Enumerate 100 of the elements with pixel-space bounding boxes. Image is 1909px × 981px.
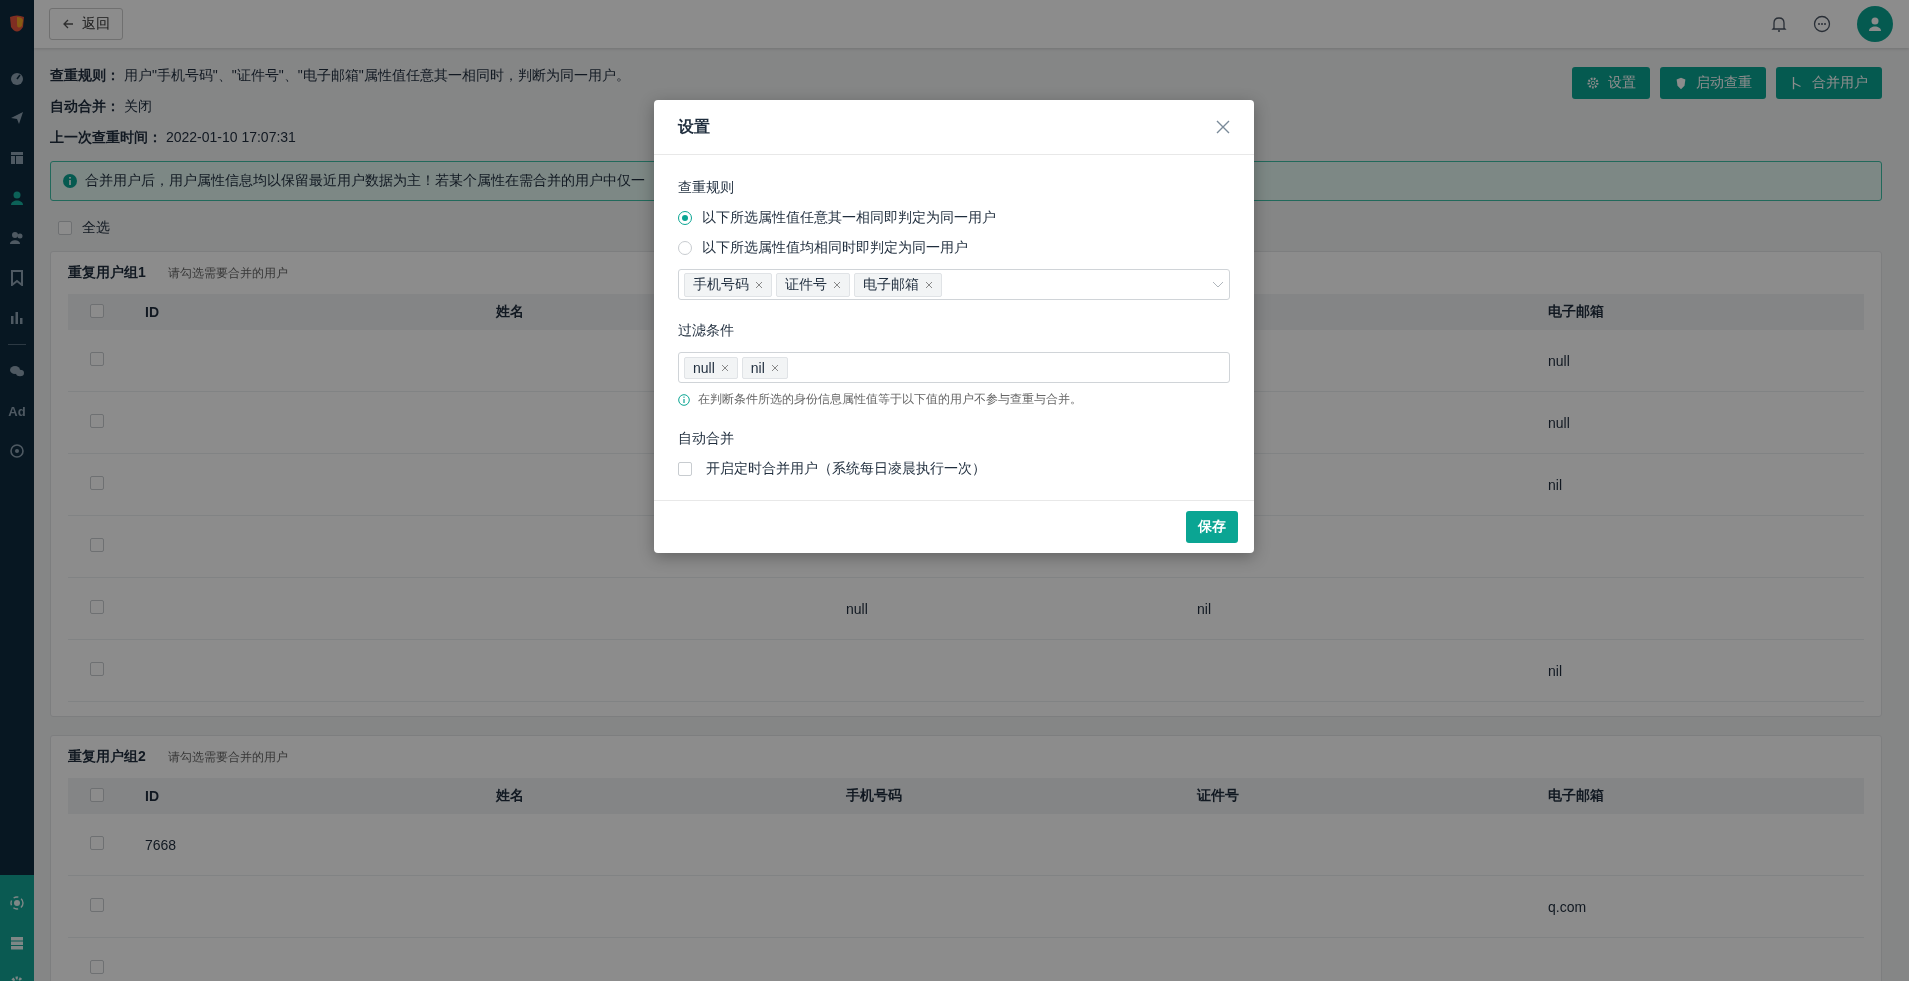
group-title: 重复用户组2: [68, 748, 146, 766]
info-label: 查重规则：: [50, 67, 120, 83]
dialog-title: 设置: [678, 116, 710, 137]
shield-icon: [1674, 76, 1688, 90]
row-checkbox[interactable]: [90, 352, 104, 366]
user-icon: [1867, 16, 1883, 32]
remove-icon[interactable]: [770, 363, 779, 372]
user-icon: [9, 190, 25, 206]
action-button[interactable]: 合并用户: [1776, 67, 1882, 99]
info-icon: [678, 393, 690, 406]
row-checkbox[interactable]: [90, 898, 104, 912]
row-checkbox[interactable]: [90, 476, 104, 490]
column-header: 手机号码: [846, 787, 902, 803]
nav-item[interactable]: [9, 230, 25, 246]
attribute-tag: 电子邮箱: [854, 272, 942, 297]
select-all-label: 全选: [82, 219, 110, 237]
radio-label: 以下所选属性值任意其一相同即判定为同一用户: [702, 209, 996, 227]
checkbox-label: 开启定时合并用户（系统每日凌晨执行一次）: [706, 460, 986, 478]
group-hint: 请勾选需要合并的用户: [167, 749, 288, 766]
column-header: 电子邮箱: [1548, 303, 1604, 319]
attribute-tag: 证件号: [776, 272, 850, 297]
nav-item[interactable]: [9, 935, 25, 951]
section-label: 自动合并: [678, 430, 735, 448]
nav-item[interactable]: [9, 70, 25, 86]
table-cell: null: [1548, 414, 1570, 431]
settings-icon: [1586, 76, 1600, 90]
section-label: 过滤条件: [678, 322, 735, 340]
info-icon: [63, 174, 77, 188]
section-label: 查重规则: [678, 179, 735, 197]
row-checkbox[interactable]: [90, 836, 104, 850]
remove-icon[interactable]: [720, 363, 729, 372]
hub-icon: [9, 895, 25, 911]
info-label: 自动合并：: [50, 98, 120, 114]
row-checkbox[interactable]: [90, 662, 104, 676]
alert-text: 合并用户后，用户属性信息均以保留最近用户数据为主！若某个属性在需合并的用户中仅一: [85, 172, 645, 190]
group-hint: 请勾选需要合并的用户: [167, 265, 288, 282]
chat-bubbles-icon: [9, 363, 25, 379]
filter-hint: 在判断条件所选的身份信息属性值等于以下值的用户不参与查重与合并。: [698, 391, 1082, 408]
column-header: 姓名: [496, 787, 524, 803]
close-icon: [1216, 120, 1230, 134]
user-avatar[interactable]: [1857, 6, 1893, 42]
target-icon: [9, 443, 25, 459]
nav-item[interactable]: [9, 110, 25, 126]
bell-icon[interactable]: [1771, 15, 1787, 33]
column-header: 证件号: [1197, 787, 1239, 803]
header-checkbox[interactable]: [90, 303, 104, 318]
table-cell: nil: [1548, 662, 1562, 679]
paper-plane-icon: [9, 110, 25, 126]
nav-item[interactable]: [9, 310, 25, 326]
radio-label: 以下所选属性值均相同时即判定为同一用户: [702, 239, 968, 257]
close-button[interactable]: [1216, 120, 1230, 134]
arrow-left-icon: [62, 18, 74, 30]
chat-icon[interactable]: [1813, 15, 1831, 33]
row-checkbox[interactable]: [90, 414, 104, 428]
server-icon: [9, 935, 25, 951]
action-button[interactable]: 设置: [1572, 67, 1650, 99]
chevron-down-icon: [1212, 280, 1224, 289]
action-button[interactable]: 启动查重: [1660, 67, 1766, 99]
back-button[interactable]: 返回: [49, 8, 123, 40]
nav-item[interactable]: [9, 363, 25, 379]
info-value: 2022-01-10 17:07:31: [165, 129, 296, 145]
row-checkbox[interactable]: [90, 538, 104, 552]
attribute-tag: 手机号码: [684, 272, 772, 297]
remove-icon[interactable]: [833, 280, 841, 289]
layout-icon: [9, 150, 25, 166]
header-checkbox[interactable]: [90, 787, 104, 802]
remove-icon[interactable]: [925, 280, 933, 289]
nav-item[interactable]: [9, 443, 25, 459]
filter-tag: null: [684, 356, 738, 379]
bookmark-icon: [9, 270, 25, 286]
row-checkbox[interactable]: [90, 960, 104, 974]
attribute-select[interactable]: 手机号码 证件号 电子邮箱: [678, 269, 1230, 300]
table-cell: nil: [1548, 476, 1562, 493]
group-title: 重复用户组1: [68, 264, 146, 282]
nav-item[interactable]: [9, 270, 25, 286]
info-value: 关闭: [123, 98, 152, 114]
select-all-checkbox[interactable]: [58, 221, 72, 235]
info-label: 上一次查重时间：: [50, 129, 162, 145]
column-header: ID: [145, 788, 159, 804]
table-cell: null: [1548, 352, 1570, 369]
remove-icon[interactable]: [755, 280, 763, 289]
gauge-icon: [9, 70, 25, 86]
column-header: 电子邮箱: [1548, 787, 1604, 803]
filter-tag: nil: [741, 356, 788, 379]
table-cell: null: [846, 600, 868, 617]
row-checkbox[interactable]: [90, 600, 104, 614]
filter-field[interactable]: null nil: [678, 352, 1230, 383]
auto-merge-checkbox[interactable]: [678, 462, 692, 476]
bar-chart-icon: [9, 310, 25, 326]
nav-item[interactable]: [9, 150, 25, 166]
ad-nav-item[interactable]: Ad: [9, 403, 25, 419]
column-header: ID: [145, 304, 159, 320]
users-icon: [9, 230, 25, 246]
info-value: 用户"手机号码"、"证件号"、"电子邮箱"属性值任意其一相同时，判断为同一用户。: [123, 67, 630, 83]
table-cell: nil: [1197, 600, 1211, 617]
nav-item[interactable]: [9, 190, 25, 206]
table-cell: 7668: [145, 836, 177, 853]
column-header: 姓名: [496, 303, 524, 319]
table-cell: q.com: [1548, 898, 1587, 915]
save-button[interactable]: 保存: [1186, 511, 1238, 543]
